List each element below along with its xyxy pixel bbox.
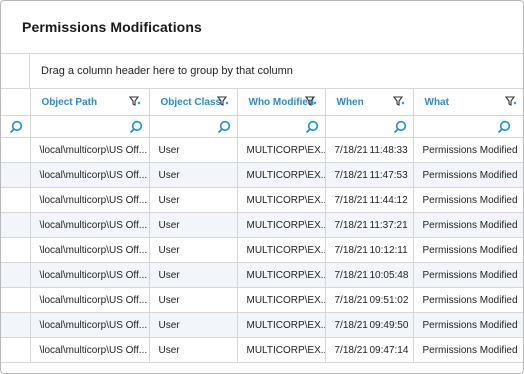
cell-object-class: User <box>149 337 238 363</box>
cell-object-path: \local\multicorp\US Off... <box>30 262 150 288</box>
table-row[interactable]: \local\multicorp\US Off... User MULTICOR… <box>1 162 523 188</box>
group-panel-indent <box>1 54 30 88</box>
column-header-label: Object Class <box>160 97 222 108</box>
column-header-who-modified[interactable]: Who Modified <box>237 89 326 116</box>
cell-object-class: User <box>149 137 238 163</box>
filter-icon[interactable] <box>392 95 405 107</box>
cell-when: 7/18/21 11:48:33 <box>325 137 414 163</box>
cell-what: Permissions Modified <box>413 212 523 238</box>
table-row[interactable]: \local\multicorp\US Off... User MULTICOR… <box>1 337 523 363</box>
column-header-when[interactable]: When <box>325 89 414 116</box>
group-panel-hint: Drag a column header here to group by th… <box>41 65 293 77</box>
cell-object-path: \local\multicorp\US Off... <box>30 187 150 213</box>
cell-when: 7/18/21 11:44:12 <box>325 187 414 213</box>
filter-icon[interactable] <box>128 95 141 107</box>
cell-object-class: User <box>149 237 238 263</box>
row-indent-cell <box>1 187 31 213</box>
cell-object-class: User <box>149 187 238 213</box>
cell-object-path: \local\multicorp\US Off... <box>30 162 150 188</box>
cell-who-modified: MULTICORP\EX... <box>237 287 326 313</box>
cell-who-modified: MULTICORP\EX... <box>237 237 326 263</box>
cell-object-class: User <box>149 212 238 238</box>
cell-what: Permissions Modified <box>413 312 523 338</box>
row-indent-cell <box>1 212 31 238</box>
cell-who-modified: MULTICORP\EX... <box>237 162 326 188</box>
cell-when: 7/18/21 10:12:11 <box>325 237 414 263</box>
grid-table: Object Path Object Class Who Modified Wh… <box>1 89 523 363</box>
table-row[interactable]: \local\multicorp\US Off... User MULTICOR… <box>1 212 523 238</box>
cell-what: Permissions Modified <box>413 337 523 363</box>
filter-icon[interactable] <box>216 95 229 107</box>
cell-who-modified: MULTICORP\EX... <box>237 312 326 338</box>
cell-who-modified: MULTICORP\EX... <box>237 212 326 238</box>
column-header-object-path[interactable]: Object Path <box>30 89 150 116</box>
cell-object-path: \local\multicorp\US Off... <box>30 237 150 263</box>
cell-object-class: User <box>149 312 238 338</box>
cell-what: Permissions Modified <box>413 262 523 288</box>
row-indent-cell <box>1 337 31 363</box>
table-row[interactable]: \local\multicorp\US Off... User MULTICOR… <box>1 187 523 213</box>
filter-icon[interactable] <box>504 95 517 107</box>
cell-object-class: User <box>149 287 238 313</box>
filter-cell-who-modified[interactable] <box>237 115 326 138</box>
report-panel: Permissions Modifications Drag a column … <box>0 0 524 374</box>
cell-object-path: \local\multicorp\US Off... <box>30 312 150 338</box>
cell-what: Permissions Modified <box>413 237 523 263</box>
column-header-label: Object Path <box>41 97 98 108</box>
search-icon[interactable] <box>393 120 407 134</box>
cell-what: Permissions Modified <box>413 162 523 188</box>
header-indent-cell <box>1 89 31 116</box>
cell-what: Permissions Modified <box>413 187 523 213</box>
filter-cell-when[interactable] <box>325 115 414 138</box>
column-header-object-class[interactable]: Object Class <box>149 89 238 116</box>
group-by-panel[interactable]: Drag a column header here to group by th… <box>1 53 523 89</box>
cell-what: Permissions Modified <box>413 137 523 163</box>
row-indent-cell <box>1 312 31 338</box>
cell-object-class: User <box>149 162 238 188</box>
column-header-label: What <box>424 97 449 108</box>
cell-who-modified: MULTICORP\EX... <box>237 262 326 288</box>
filter-cell-object-path[interactable] <box>30 115 150 138</box>
filter-icon[interactable] <box>304 95 317 107</box>
filter-row-search-cell[interactable] <box>1 115 31 138</box>
data-grid: Drag a column header here to group by th… <box>1 53 523 373</box>
row-indent-cell <box>1 162 31 188</box>
cell-object-class: User <box>149 262 238 288</box>
cell-who-modified: MULTICORP\EX... <box>237 187 326 213</box>
cell-object-path: \local\multicorp\US Off... <box>30 212 150 238</box>
cell-when: 7/18/21 11:47:53 <box>325 162 414 188</box>
cell-when: 7/18/21 09:49:50 <box>325 312 414 338</box>
search-icon[interactable] <box>305 120 319 134</box>
filter-cell-what[interactable] <box>413 115 523 138</box>
cell-who-modified: MULTICORP\EX... <box>237 337 326 363</box>
table-row[interactable]: \local\multicorp\US Off... User MULTICOR… <box>1 137 523 163</box>
search-icon[interactable] <box>129 120 143 134</box>
cell-who-modified: MULTICORP\EX... <box>237 137 326 163</box>
search-icon[interactable] <box>9 120 23 134</box>
cell-when: 7/18/21 10:05:48 <box>325 262 414 288</box>
cell-when: 7/18/21 09:47:14 <box>325 337 414 363</box>
cell-when: 7/18/21 11:37:21 <box>325 212 414 238</box>
search-icon[interactable] <box>217 120 231 134</box>
cell-what: Permissions Modified <box>413 287 523 313</box>
filter-cell-object-class[interactable] <box>149 115 238 138</box>
row-indent-cell <box>1 287 31 313</box>
row-indent-cell <box>1 137 31 163</box>
column-header-label: When <box>336 97 364 108</box>
page-title: Permissions Modifications <box>22 19 202 35</box>
cell-object-path: \local\multicorp\US Off... <box>30 337 150 363</box>
search-icon[interactable] <box>497 120 511 134</box>
header-row: Object Path Object Class Who Modified Wh… <box>1 89 523 116</box>
column-header-what[interactable]: What <box>413 89 523 116</box>
table-row[interactable]: \local\multicorp\US Off... User MULTICOR… <box>1 312 523 338</box>
filter-row <box>1 115 523 138</box>
row-indent-cell <box>1 237 31 263</box>
cell-when: 7/18/21 09:51:02 <box>325 287 414 313</box>
table-row[interactable]: \local\multicorp\US Off... User MULTICOR… <box>1 287 523 313</box>
table-row[interactable]: \local\multicorp\US Off... User MULTICOR… <box>1 237 523 263</box>
row-indent-cell <box>1 262 31 288</box>
table-row[interactable]: \local\multicorp\US Off... User MULTICOR… <box>1 262 523 288</box>
cell-object-path: \local\multicorp\US Off... <box>30 137 150 163</box>
cell-object-path: \local\multicorp\US Off... <box>30 287 150 313</box>
